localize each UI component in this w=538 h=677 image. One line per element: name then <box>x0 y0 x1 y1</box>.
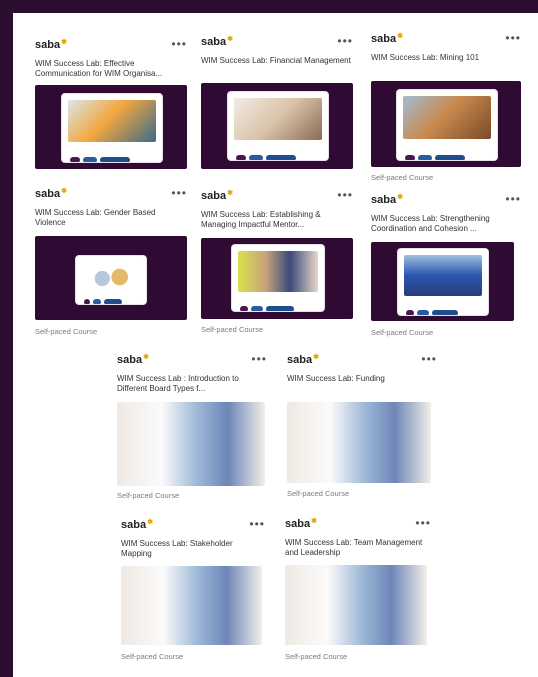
course-card[interactable]: saba✱ ••• WIM Success Lab: Stakeholder M… <box>121 517 265 559</box>
photo-financial-documents <box>234 98 322 141</box>
more-options-button[interactable]: ••• <box>415 516 431 530</box>
course-title[interactable]: WIM Success Lab: Effective Communication… <box>35 59 187 79</box>
course-thumbnail[interactable] <box>287 402 431 483</box>
photo-worker-at-computer <box>68 100 156 143</box>
saba-logo: saba✱ <box>35 188 67 200</box>
illustration-people <box>82 262 140 292</box>
brand-star-icon: ✱ <box>227 36 233 43</box>
course-card[interactable]: saba✱ ••• WIM Success Lab: Establishing … <box>201 188 353 230</box>
more-options-button[interactable]: ••• <box>249 517 265 531</box>
course-type-label: Self-paced Course <box>371 173 434 182</box>
brand-star-icon: ✱ <box>397 194 403 201</box>
partner-logos <box>405 149 489 160</box>
saba-logo: saba✱ <box>121 519 153 531</box>
saba-logo: saba✱ <box>285 518 317 530</box>
course-card[interactable]: saba✱ ••• WIM Success Lab: Strengthening… <box>371 192 521 234</box>
course-title[interactable]: WIM Success Lab: Mining 101 <box>371 53 521 63</box>
course-type-label: Self-paced Course <box>121 652 184 661</box>
saba-logo: saba✱ <box>117 354 149 366</box>
course-card[interactable]: saba✱ ••• WIM Success Lab: Funding <box>287 352 437 384</box>
partner-logos <box>406 304 480 315</box>
brand-star-icon: ✱ <box>61 39 67 46</box>
course-type-label: Self-paced Course <box>35 327 98 336</box>
partner-logos <box>84 293 138 304</box>
course-title[interactable]: WIM Success Lab: Strengthening Coordinat… <box>371 214 521 234</box>
saba-logo: saba✱ <box>35 39 67 51</box>
course-title[interactable]: WIM Success Lab: Team Management and Lea… <box>285 538 431 558</box>
more-options-button[interactable]: ••• <box>337 34 353 48</box>
course-title[interactable]: WIM Success Lab : Introduction to Differ… <box>117 374 267 394</box>
course-card[interactable]: saba✱ ••• WIM Success Lab: Financial Man… <box>201 34 353 66</box>
course-catalog-panel: saba✱ ••• WIM Success Lab: Effective Com… <box>13 13 538 677</box>
photo-student-with-book <box>117 402 265 486</box>
course-thumbnail[interactable] <box>201 83 353 169</box>
more-options-button[interactable]: ••• <box>251 352 267 366</box>
course-title[interactable]: WIM Success Lab: Gender Based Violence <box>35 208 187 228</box>
course-thumbnail[interactable] <box>285 565 427 645</box>
photo-student-with-book <box>287 402 431 483</box>
more-options-button[interactable]: ••• <box>171 186 187 200</box>
course-thumbnail[interactable] <box>201 238 353 319</box>
course-title[interactable]: WIM Success Lab: Financial Management <box>201 56 353 66</box>
course-type-label: Self-paced Course <box>285 652 348 661</box>
course-card[interactable]: saba✱ ••• WIM Success Lab: Team Manageme… <box>285 516 431 558</box>
brand-star-icon: ✱ <box>227 190 233 197</box>
more-options-button[interactable]: ••• <box>505 192 521 206</box>
course-title[interactable]: WIM Success Lab: Stakeholder Mapping <box>121 539 265 559</box>
course-title[interactable]: WIM Success Lab: Funding <box>287 374 437 384</box>
saba-logo: saba✱ <box>201 36 233 48</box>
photo-group-of-women <box>238 251 318 292</box>
photo-workers-in-uniform <box>404 255 482 296</box>
saba-logo: saba✱ <box>371 194 403 206</box>
course-card[interactable]: saba✱ ••• WIM Success Lab : Introduction… <box>117 352 267 394</box>
saba-logo: saba✱ <box>201 190 233 202</box>
course-card[interactable]: saba✱ ••• WIM Success Lab: Gender Based … <box>35 186 187 228</box>
more-options-button[interactable]: ••• <box>505 31 521 45</box>
course-thumbnail[interactable] <box>35 85 187 169</box>
brand-star-icon: ✱ <box>397 33 403 40</box>
brand-star-icon: ✱ <box>311 518 317 525</box>
brand-star-icon: ✱ <box>313 354 319 361</box>
course-thumbnail[interactable] <box>371 242 514 321</box>
saba-logo: saba✱ <box>287 354 319 366</box>
photo-mining-site <box>403 96 491 140</box>
saba-logo: saba✱ <box>371 33 403 45</box>
course-type-label: Self-paced Course <box>201 325 264 334</box>
photo-student-with-book <box>121 566 262 645</box>
course-type-label: Self-paced Course <box>371 328 434 337</box>
more-options-button[interactable]: ••• <box>421 352 437 366</box>
course-title[interactable]: WIM Success Lab: Establishing & Managing… <box>201 210 353 230</box>
photo-student-with-book <box>285 565 427 645</box>
partner-logos <box>70 151 154 162</box>
more-options-button[interactable]: ••• <box>337 188 353 202</box>
brand-star-icon: ✱ <box>147 519 153 526</box>
more-options-button[interactable]: ••• <box>171 37 187 51</box>
partner-logos <box>236 149 320 160</box>
course-thumbnail[interactable] <box>117 402 265 486</box>
brand-star-icon: ✱ <box>143 354 149 361</box>
partner-logos <box>240 300 316 311</box>
course-thumbnail[interactable] <box>35 236 187 320</box>
course-card[interactable]: saba✱ ••• WIM Success Lab: Effective Com… <box>35 37 187 79</box>
brand-star-icon: ✱ <box>61 188 67 195</box>
course-card[interactable]: saba✱ ••• WIM Success Lab: Mining 101 <box>371 31 521 63</box>
course-thumbnail[interactable] <box>371 81 521 167</box>
course-type-label: Self-paced Course <box>117 491 180 500</box>
course-thumbnail[interactable] <box>121 566 262 645</box>
course-type-label: Self-paced Course <box>287 489 350 498</box>
